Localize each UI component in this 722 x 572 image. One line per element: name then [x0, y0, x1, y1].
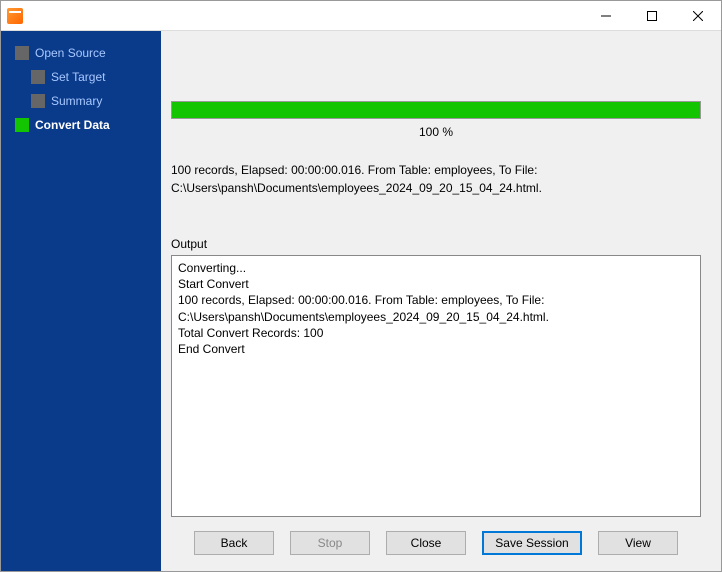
step-marker-icon: [31, 94, 45, 108]
window-controls: [583, 1, 721, 30]
minimize-button[interactable]: [583, 1, 629, 30]
output-textarea[interactable]: Converting... Start Convert 100 records,…: [171, 255, 701, 517]
close-button[interactable]: [675, 1, 721, 30]
button-row: Back Stop Close Save Session View: [171, 517, 701, 561]
status-text: 100 records, Elapsed: 00:00:00.016. From…: [171, 161, 701, 197]
progress-percent: 100 %: [171, 125, 701, 139]
output-label: Output: [171, 237, 701, 251]
step-label: Summary: [51, 94, 102, 108]
progress-bar: [171, 101, 701, 119]
view-button[interactable]: View: [598, 531, 678, 555]
step-convert-data[interactable]: Convert Data: [1, 113, 161, 137]
step-open-source[interactable]: Open Source: [1, 41, 161, 65]
step-label: Convert Data: [35, 118, 110, 132]
step-label: Set Target: [51, 70, 105, 84]
close-button-action[interactable]: Close: [386, 531, 466, 555]
step-label: Open Source: [35, 46, 106, 60]
step-marker-icon: [15, 118, 29, 132]
titlebar: [1, 1, 721, 31]
back-button[interactable]: Back: [194, 531, 274, 555]
step-marker-icon: [31, 70, 45, 84]
step-summary[interactable]: Summary: [1, 89, 161, 113]
save-session-button[interactable]: Save Session: [482, 531, 582, 555]
maximize-button[interactable]: [629, 1, 675, 30]
step-marker-icon: [15, 46, 29, 60]
main-panel: 100 % 100 records, Elapsed: 00:00:00.016…: [161, 31, 721, 571]
step-set-target[interactable]: Set Target: [1, 65, 161, 89]
stop-button[interactable]: Stop: [290, 531, 370, 555]
sidebar: Open Source Set Target Summary Convert D…: [1, 31, 161, 571]
app-icon: [7, 8, 23, 24]
